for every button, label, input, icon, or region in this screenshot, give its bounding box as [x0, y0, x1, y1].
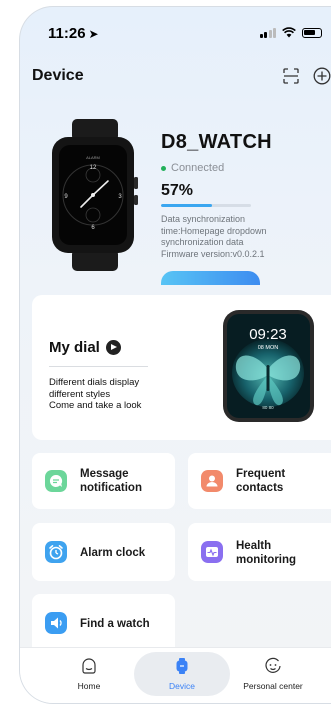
label-line: notification	[80, 482, 142, 494]
svg-text:80 80: 80 80	[262, 405, 274, 410]
wifi-icon	[282, 27, 296, 38]
alarm-clock-label: Alarm clock	[80, 546, 145, 560]
label-line: Frequent	[236, 468, 286, 480]
find-watch-card[interactable]: Find a watch	[32, 594, 175, 654]
device-name: D8_WATCH	[161, 131, 272, 153]
status-icons	[259, 27, 322, 38]
sync-info: Data synchronization time:Homepage dropd…	[161, 214, 291, 260]
svg-text:09:23: 09:23	[249, 326, 287, 343]
label-line: Message	[80, 468, 129, 480]
tab-device-label: Device	[169, 681, 195, 691]
tab-personal-center-label: Personal center	[243, 681, 303, 691]
dial-desc-line: different styles	[49, 388, 111, 400]
sync-line: time:Homepage dropdown	[161, 225, 267, 236]
dial-preview-image[interactable]: 09:23 08 MON 80 80	[222, 309, 315, 423]
label-line: contacts	[236, 482, 284, 494]
tab-device[interactable]: Device	[147, 648, 217, 703]
contacts-icon	[201, 470, 223, 492]
connection-status-text: Connected	[171, 162, 225, 174]
home-icon	[82, 658, 96, 674]
my-dial-title: My dial	[49, 339, 121, 356]
svg-text:ALARM: ALARM	[86, 155, 100, 160]
location-arrow-icon: ➤	[88, 27, 99, 41]
dial-desc-line: Different dials display	[49, 377, 140, 388]
battery-progress-bar	[161, 204, 251, 207]
frequent-contacts-label: Frequent contacts	[236, 467, 285, 495]
sync-line: Data synchronization	[161, 214, 246, 224]
label-line: Find a watch	[80, 618, 150, 630]
health-monitoring-label: Health monitoring	[236, 539, 296, 567]
smiley-icon	[265, 657, 281, 673]
firmware-version: Firmware version:v0.0.2.1	[161, 248, 265, 259]
battery-icon	[302, 27, 322, 38]
my-dial-title-text: My dial	[49, 339, 100, 356]
dial-description: Different dials display different styles…	[49, 377, 141, 412]
find-watch-label: Find a watch	[80, 617, 150, 631]
dial-desc-line: Come and take a look	[49, 400, 142, 411]
health-monitoring-card[interactable]: Health monitoring	[188, 523, 331, 581]
tab-personal-center[interactable]: Personal center	[238, 648, 308, 703]
scan-icon[interactable]	[283, 68, 299, 84]
page-title: Device	[32, 67, 84, 84]
tab-home-label: Home	[77, 681, 101, 691]
label-line: Alarm clock	[80, 547, 146, 559]
status-bar: 11:26 ➤	[20, 7, 331, 51]
battery-progress-fill	[161, 204, 213, 207]
connected-dot-icon	[161, 165, 166, 171]
label-line: monitoring	[236, 554, 297, 566]
health-icon	[201, 541, 223, 563]
sync-line: synchronization data	[161, 237, 244, 247]
message-icon	[45, 470, 67, 492]
arrow-right-icon	[105, 340, 121, 355]
battery-percent: 57%	[161, 182, 194, 199]
my-dial-card[interactable]: My dial Different dials display differen…	[32, 295, 331, 440]
clock-text: 11:26	[48, 25, 86, 42]
add-device-icon[interactable]	[313, 67, 331, 85]
status-time: 11:26 ➤	[48, 25, 99, 42]
label-line: Health	[236, 540, 272, 552]
connection-status: Connected	[161, 162, 224, 174]
bottom-tab-bar: Home Device Personal center	[20, 647, 331, 703]
alarm-clock-card[interactable]: Alarm clock	[32, 523, 175, 581]
frequent-contacts-card[interactable]: Frequent contacts	[188, 453, 331, 509]
svg-text:12: 12	[90, 165, 97, 171]
alarm-clock-icon	[45, 541, 67, 563]
message-notification-card[interactable]: Message notification	[32, 453, 175, 509]
tab-home[interactable]: Home	[54, 648, 124, 703]
watch-icon	[176, 658, 188, 674]
app-screen: 11:26 ➤ Device ALARM 12 3 6 9 D8_WATCH C…	[19, 6, 331, 704]
cellular-signal-icon	[259, 27, 276, 38]
sync-button[interactable]	[161, 271, 260, 285]
svg-text:08 MON: 08 MON	[258, 345, 279, 351]
message-notification-label: Message notification	[80, 467, 142, 495]
divider	[49, 366, 148, 367]
find-watch-icon	[45, 612, 67, 634]
watch-image: ALARM 12 3 6 9	[52, 119, 138, 271]
